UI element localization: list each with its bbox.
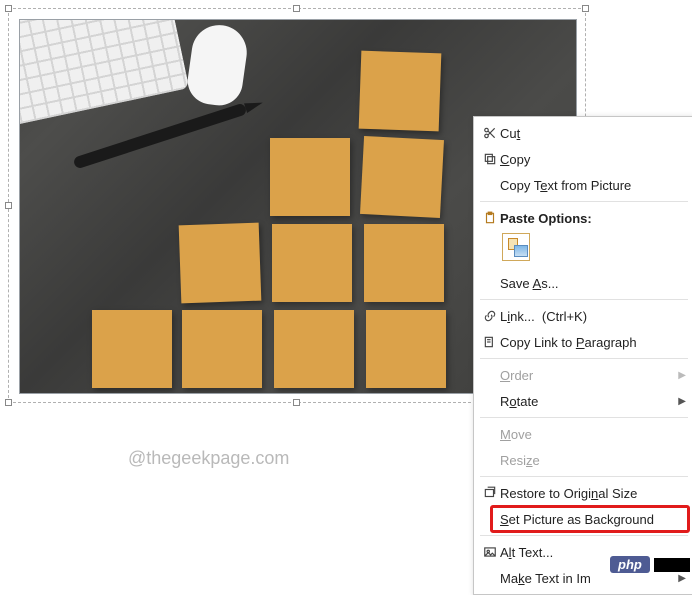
scissors-icon — [480, 126, 500, 140]
menu-header-paste-options: Paste Options: — [474, 205, 692, 231]
submenu-arrow-icon: ▶ — [676, 573, 686, 584]
paste-keep-formatting-button[interactable] — [502, 233, 530, 261]
paragraph-link-icon — [480, 335, 500, 349]
copy-icon — [480, 152, 500, 166]
menu-separator — [480, 358, 688, 359]
redaction-bar — [654, 558, 690, 572]
resize-handle[interactable] — [5, 202, 12, 209]
menu-label: Move — [500, 427, 686, 442]
menu-item-copy-link-to-paragraph[interactable]: Copy Link to Paragraph — [474, 329, 692, 355]
submenu-arrow-icon: ▶ — [676, 396, 686, 407]
menu-item-copy[interactable]: Copy — [474, 146, 692, 172]
menu-label: Set Picture as Background — [500, 512, 686, 527]
resize-handle[interactable] — [293, 399, 300, 406]
menu-item-order: Order ▶ — [474, 362, 692, 388]
resize-handle[interactable] — [5, 5, 12, 12]
menu-label: Copy Text from Picture — [500, 178, 686, 193]
menu-item-copy-text-from-picture[interactable]: Copy Text from Picture — [474, 172, 692, 198]
paste-options-row — [474, 231, 692, 270]
menu-label: Restore to Original Size — [500, 486, 686, 501]
menu-label: Resize — [500, 453, 686, 468]
menu-label: Cut — [500, 126, 686, 141]
menu-separator — [480, 476, 688, 477]
menu-item-rotate[interactable]: Rotate ▶ — [474, 388, 692, 414]
menu-label: Copy Link to Paragraph — [500, 335, 686, 350]
menu-item-move: Move — [474, 421, 692, 447]
resize-handle[interactable] — [5, 399, 12, 406]
menu-separator — [480, 535, 688, 536]
menu-item-save-as[interactable]: Save As... — [474, 270, 692, 296]
php-badge: php — [610, 556, 650, 573]
menu-item-restore-original-size[interactable]: Restore to Original Size — [474, 480, 692, 506]
picture-context-menu: Cut Copy Copy Text from Picture Paste Op… — [473, 116, 692, 595]
menu-separator — [480, 201, 688, 202]
resize-handle[interactable] — [293, 5, 300, 12]
menu-separator — [480, 417, 688, 418]
resize-handle[interactable] — [582, 5, 589, 12]
alt-text-icon — [480, 545, 500, 559]
clipboard-icon — [480, 211, 500, 225]
menu-label: Copy — [500, 152, 686, 167]
submenu-arrow-icon: ▶ — [676, 370, 686, 381]
menu-label: Make Text in Im — [500, 571, 676, 586]
menu-item-resize: Resize — [474, 447, 692, 473]
link-icon — [480, 309, 500, 323]
menu-label: Save As... — [500, 276, 686, 291]
menu-label: Paste Options: — [500, 211, 686, 226]
menu-label: Link... (Ctrl+K) — [500, 309, 686, 324]
menu-separator — [480, 299, 688, 300]
menu-item-link[interactable]: Link... (Ctrl+K) — [474, 303, 692, 329]
menu-label: Order — [500, 368, 676, 383]
menu-item-cut[interactable]: Cut — [474, 120, 692, 146]
menu-item-set-picture-as-background[interactable]: Set Picture as Background — [474, 506, 692, 532]
restore-size-icon — [480, 486, 500, 500]
watermark-text: @thegeekpage.com — [128, 448, 289, 469]
menu-label: Rotate — [500, 394, 676, 409]
